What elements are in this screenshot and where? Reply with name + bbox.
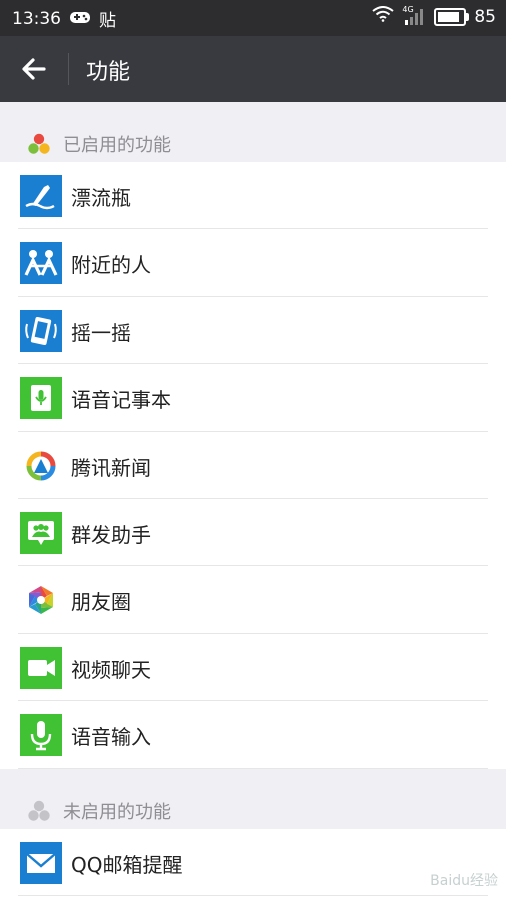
watermark: Baidu经验: [430, 873, 498, 889]
status-time: 13:36: [12, 8, 61, 29]
feature-item-shake[interactable]: 摇一摇: [0, 297, 506, 365]
voice-input-icon: [20, 714, 62, 757]
enabled-list: 漂流瓶 附近的人 摇一摇 语音记事本 腾讯新闻 群发助手 朋友圈 视频聊天 语音…: [0, 162, 506, 769]
back-button[interactable]: [14, 49, 54, 89]
battery-icon: [434, 7, 470, 26]
feature-label: 语音记事本: [71, 388, 171, 413]
feature-label: QQ邮箱提醒: [71, 853, 183, 877]
broadcast-assistant-icon: [20, 511, 62, 554]
wifi-icon: [372, 6, 394, 27]
feature-label: 语音输入: [71, 725, 151, 750]
status-bar: 13:36 贴 4G 85: [0, 0, 506, 36]
section-disabled-label: 未启用的功能: [63, 802, 171, 823]
feature-label: 视频聊天: [71, 657, 151, 682]
feature-item-drift-bottle[interactable]: 漂流瓶: [0, 162, 506, 230]
feature-label: 朋友圈: [71, 590, 131, 615]
page-title: 功能: [86, 60, 131, 85]
feature-item-voice-input[interactable]: 语音输入: [0, 701, 506, 769]
feature-item-broadcast-assistant[interactable]: 群发助手: [0, 499, 506, 567]
feature-label: 腾讯新闻: [71, 455, 151, 480]
tieba-badge: 贴: [99, 11, 116, 31]
tencent-news-icon: [20, 444, 62, 487]
section-disabled-header: 未启用的功能: [0, 769, 506, 829]
moments-icon: [20, 579, 62, 622]
battery-percent: 85: [474, 6, 496, 27]
drift-bottle-icon: [20, 175, 62, 217]
colored-dots-icon: [28, 133, 50, 154]
feature-item-tencent-news[interactable]: 腾讯新闻: [0, 432, 506, 500]
section-enabled-label: 已启用的功能: [63, 135, 171, 156]
gray-dots-icon: [28, 800, 50, 821]
status-right: 4G 85: [372, 5, 496, 27]
shake-icon: [20, 309, 62, 352]
status-left: 13:36 贴: [12, 6, 116, 32]
signal-icon: 4G: [402, 5, 426, 26]
voice-notepad-icon: [20, 377, 62, 420]
section-enabled-header: 已启用的功能: [0, 102, 506, 162]
people-nearby-icon: [20, 242, 62, 285]
app: 13:36 贴 4G 85 功能 已启用的功能 漂流瓶 附近的人 摇一摇 语音记…: [0, 0, 506, 900]
feature-label: 群发助手: [71, 522, 151, 547]
feature-label: 附近的人: [71, 253, 151, 278]
feature-label: 摇一摇: [71, 320, 131, 345]
feature-label: 漂流瓶: [71, 186, 131, 210]
arrow-left-icon: [22, 58, 46, 80]
header-divider: [68, 53, 69, 85]
header-bar: 功能: [0, 36, 506, 102]
feature-item-people-nearby[interactable]: 附近的人: [0, 229, 506, 298]
gamepad-icon: [69, 9, 91, 29]
feature-item-moments[interactable]: 朋友圈: [0, 566, 506, 635]
video-chat-icon: [20, 646, 62, 689]
feature-item-video-chat[interactable]: 视频聊天: [0, 634, 506, 702]
mail-icon: [20, 842, 62, 884]
feature-item-voice-notepad[interactable]: 语音记事本: [0, 364, 506, 432]
